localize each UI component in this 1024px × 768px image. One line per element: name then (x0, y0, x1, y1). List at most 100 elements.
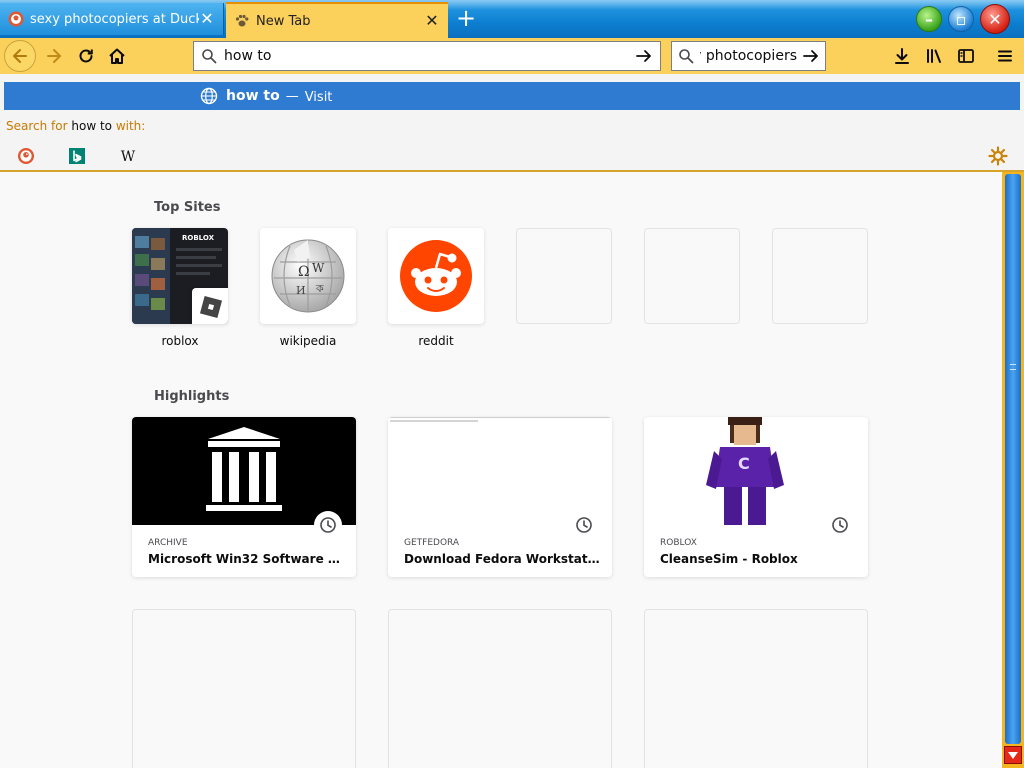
tab-duckduckgo-search[interactable]: sexy photocopiers at DuckD ✕ (0, 3, 224, 35)
highlight-placeholder (388, 609, 612, 768)
clock-icon (314, 511, 342, 539)
highlight-placeholder (644, 609, 868, 768)
highlight-placeholder (132, 609, 356, 768)
svg-text:Ω: Ω (298, 264, 310, 280)
one-off-search-engines: W (14, 144, 167, 168)
top-site-empty (516, 228, 612, 324)
downloads-button[interactable] (888, 42, 916, 70)
svg-text:ROBLOX: ROBLOX (182, 234, 215, 242)
wikipedia-globe-icon: Ω W И ক (271, 239, 345, 313)
search-for-prefix: Search for (6, 119, 68, 133)
top-site-reddit[interactable]: reddit (388, 228, 484, 348)
minus-icon: – (925, 9, 933, 29)
highlight-card-getfedora[interactable]: GETFEDORA Download Fedora Workstation (388, 417, 612, 577)
arrow-left-icon (13, 49, 27, 63)
svg-text:ক: ক (315, 282, 324, 295)
triangle-down-icon (1008, 752, 1018, 759)
paw-icon (235, 14, 249, 27)
clock-icon (826, 511, 854, 539)
tab-new-tab[interactable]: New Tab ✕ (226, 2, 448, 38)
go-arrow-icon[interactable] (797, 48, 825, 64)
close-tab-icon[interactable]: ✕ (199, 11, 215, 27)
thumbnail-text-line (390, 420, 478, 422)
hamburger-menu-icon (998, 50, 1012, 62)
top-site-roblox[interactable]: ROBLOX roblox (132, 228, 228, 348)
top-site-empty (772, 228, 868, 324)
navigation-toolbar: y photocopiers (0, 38, 1024, 74)
scrollbar-grip (1010, 364, 1016, 370)
highlight-card-archive[interactable]: ARCHIVE Microsoft Win32 Software Deve... (132, 417, 356, 577)
sidebar-icon (958, 49, 974, 63)
top-sites-heading: Top Sites (154, 200, 221, 215)
top-site-tile[interactable]: Ω W И ক (260, 228, 356, 324)
duckduckgo-icon (18, 148, 34, 164)
highlight-host: ARCHIVE (148, 538, 188, 548)
wikipedia-icon: W (121, 149, 136, 165)
top-site-wikipedia[interactable]: Ω W И ক wikipedia (260, 228, 356, 348)
svg-text:W: W (312, 261, 325, 275)
back-button[interactable] (4, 40, 36, 72)
top-site-empty (644, 228, 740, 324)
roblox-logo-icon (199, 295, 223, 319)
maximize-button[interactable]: ▫ (948, 6, 974, 32)
menu-button[interactable] (991, 42, 1019, 70)
new-tab-page: Top Sites ROBLOX roblox Ω W И ক wikipedi… (0, 172, 1002, 768)
reload-button[interactable] (72, 42, 100, 70)
url-input[interactable] (224, 43, 628, 69)
close-icon: ✕ (988, 9, 1002, 29)
highlight-thumbnail (388, 417, 612, 525)
search-bar[interactable]: y photocopiers (671, 41, 826, 71)
plus-icon: + (455, 4, 477, 32)
reload-icon (79, 49, 93, 63)
square-icon: ▫ (955, 9, 967, 29)
minimize-button[interactable]: – (916, 6, 942, 32)
highlight-thumbnail: C (644, 417, 868, 525)
close-tab-icon[interactable]: ✕ (424, 13, 440, 29)
highlight-host: ROBLOX (660, 538, 697, 548)
top-site-label: reddit (418, 334, 454, 348)
engine-bing-button[interactable] (65, 144, 89, 168)
search-with-label: Search for how to with: (6, 119, 145, 133)
top-site-label: roblox (161, 334, 199, 348)
empty-tile (772, 228, 868, 324)
search-icon (194, 48, 224, 64)
scroll-down-button[interactable] (1004, 746, 1022, 764)
new-tab-button[interactable]: + (452, 5, 480, 33)
highlight-title: Microsoft Win32 Software Deve... (148, 552, 344, 566)
clock-icon (570, 511, 598, 539)
search-input[interactable]: y photocopiers (700, 48, 797, 64)
empty-tile (516, 228, 612, 324)
search-for-suffix: with: (115, 119, 146, 133)
autocomplete-visit-row[interactable]: how to — Visit (4, 82, 1020, 110)
arrow-right-icon (47, 49, 61, 63)
roblox-avatar-image: C (706, 417, 784, 525)
highlight-title: Download Fedora Workstation (404, 552, 600, 566)
engine-wikipedia-button[interactable]: W (116, 144, 140, 168)
top-site-tile[interactable] (388, 228, 484, 324)
search-icon (672, 48, 700, 64)
close-window-button[interactable]: ✕ (980, 4, 1010, 34)
vertical-scrollbar[interactable] (1002, 172, 1024, 768)
window-controls: – ▫ ✕ (910, 0, 1022, 38)
scrollbar-thumb[interactable] (1005, 174, 1021, 744)
home-icon (109, 48, 125, 64)
search-for-term: how to (71, 119, 112, 133)
engine-duckduckgo-button[interactable] (14, 144, 38, 168)
svg-text:И: И (296, 284, 306, 297)
url-bar[interactable] (193, 41, 661, 71)
download-icon (895, 48, 909, 64)
url-autocomplete-popup: how to — Visit Search for how to with: W (0, 74, 1024, 172)
go-arrow-icon[interactable] (628, 48, 660, 64)
home-button[interactable] (103, 42, 131, 70)
globe-icon (200, 87, 218, 105)
autocomplete-separator: — (285, 88, 299, 104)
top-site-label: wikipedia (279, 334, 337, 348)
highlight-title: CleanseSim - Roblox (660, 552, 798, 566)
forward-button[interactable] (40, 42, 68, 70)
library-button[interactable] (920, 42, 948, 70)
top-site-tile[interactable]: ROBLOX (132, 228, 228, 324)
highlight-card-roblox[interactable]: C ROBLOX CleanseSim - Roblox (644, 417, 868, 577)
gear-icon[interactable] (988, 146, 1008, 166)
sidebar-button[interactable] (952, 42, 980, 70)
duckduckgo-icon (8, 11, 24, 27)
